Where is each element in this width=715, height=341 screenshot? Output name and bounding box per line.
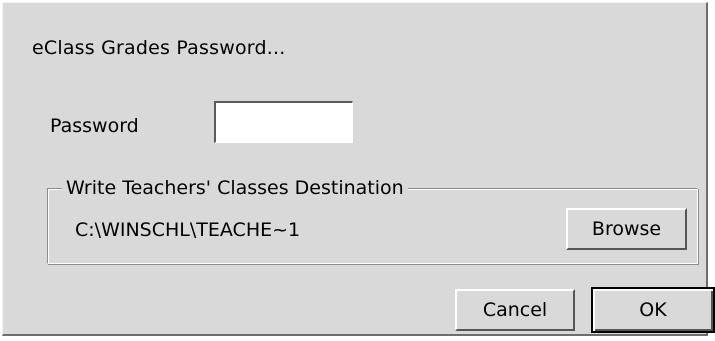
destination-group-title: Write Teachers' Classes Destination [62,177,408,199]
dialog-title: eClass Grades Password... [32,37,286,59]
destination-path: C:\WINSCHL\TEACHE~1 [75,219,301,241]
cancel-button[interactable]: Cancel [455,289,575,331]
password-input[interactable] [214,101,353,143]
password-label: Password [50,115,139,137]
browse-button[interactable]: Browse [566,208,687,250]
ok-button[interactable]: OK [591,287,715,333]
password-dialog: eClass Grades Password... Password Write… [2,2,715,336]
